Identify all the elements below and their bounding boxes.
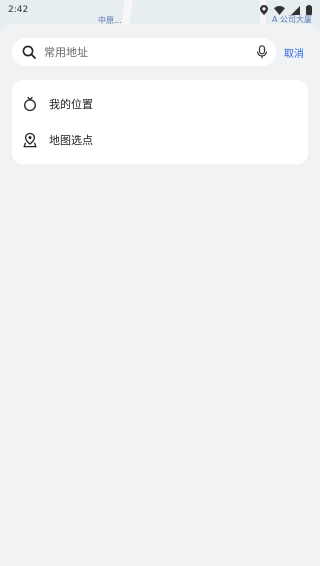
signal-icon	[291, 5, 300, 15]
wifi-icon	[274, 5, 285, 15]
search-box[interactable]	[12, 38, 276, 66]
cancel-button[interactable]: 取消	[284, 45, 304, 60]
status-bar: 2:42	[0, 0, 320, 20]
search-row: 取消	[12, 38, 308, 66]
menu-item-label: 地图选点	[49, 134, 93, 147]
quick-options-card: 我的位置 地图选点	[12, 80, 308, 164]
my-location-icon	[22, 96, 38, 112]
location-status-icon	[260, 5, 268, 15]
microphone-icon[interactable]	[256, 45, 268, 59]
battery-icon	[306, 5, 312, 15]
status-time: 2:42	[8, 5, 29, 15]
search-input[interactable]	[44, 45, 256, 59]
address-search-sheet: 取消 我的位置 地图选点	[0, 24, 320, 566]
menu-item-my-location[interactable]: 我的位置	[12, 86, 308, 122]
search-icon	[22, 45, 36, 59]
menu-item-map-pick[interactable]: 地图选点	[12, 122, 308, 158]
menu-item-label: 我的位置	[49, 98, 93, 111]
map-pick-pin-icon	[22, 132, 38, 148]
